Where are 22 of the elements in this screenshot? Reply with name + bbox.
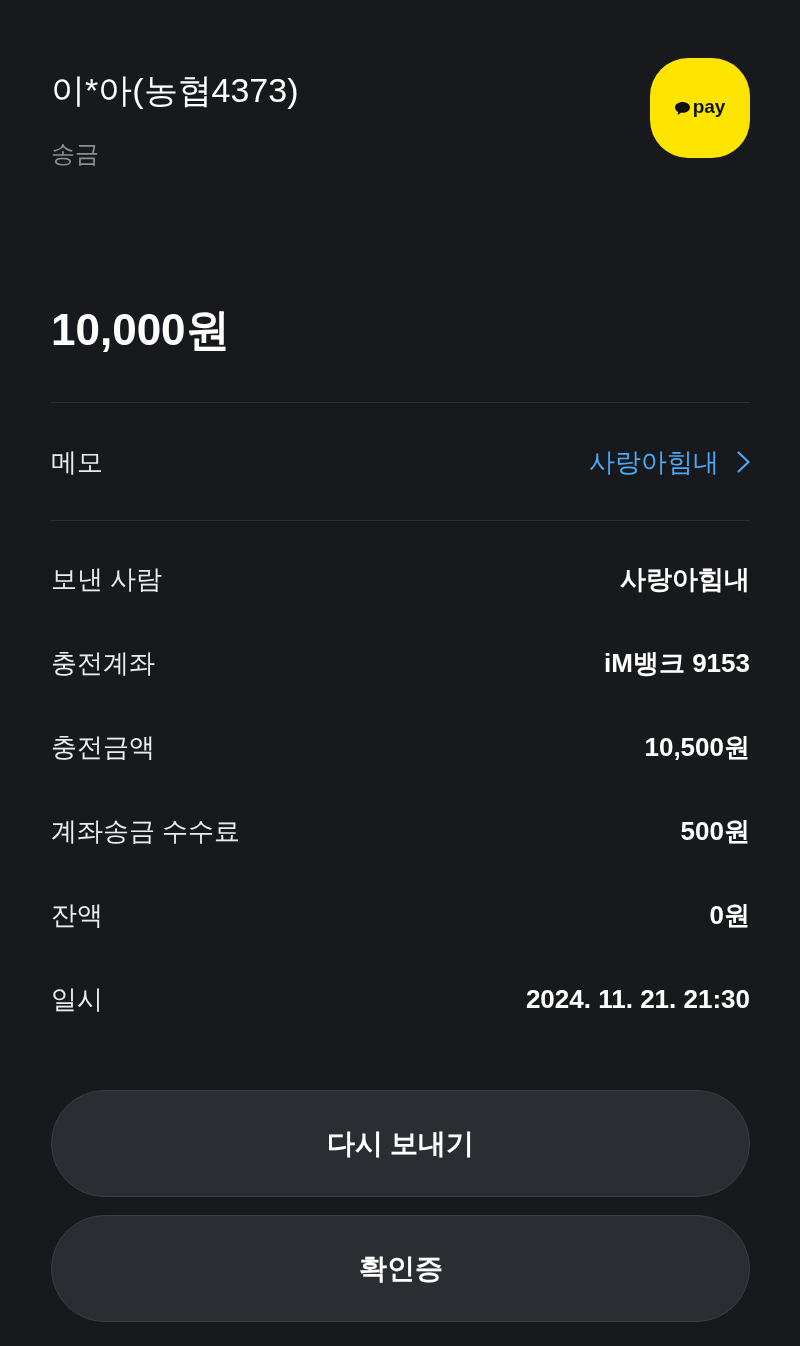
action-button[interactable]: 다시 보내기 [51, 1090, 750, 1197]
logo-text: pay [692, 95, 726, 119]
transaction-type: 송금 [51, 139, 99, 169]
detail-label: 잔액 [51, 899, 103, 932]
chevron-right-icon [737, 450, 750, 473]
detail-label: 보낸 사람 [51, 563, 163, 596]
speech-bubble-icon [674, 101, 690, 115]
detail-value: 10,500원 [644, 731, 750, 764]
amount: 10,000원 [51, 304, 231, 356]
detail-value: iM뱅크 9153 [604, 647, 750, 680]
detail-value: 2024. 11. 21. 21:30 [525, 983, 750, 1016]
action-button[interactable]: 확인증 [51, 1215, 750, 1322]
detail-value: 사랑아힘내 [620, 563, 750, 596]
memo-label: 메모 [51, 445, 103, 479]
detail-value: 500원 [680, 815, 750, 848]
detail-label: 충전계좌 [51, 647, 155, 680]
detail-value: 0원 [709, 899, 750, 932]
detail-label: 계좌송금 수수료 [51, 815, 241, 848]
recipient-title: 이*아(농협4373) [51, 70, 299, 110]
memo-link[interactable]: 사랑아힘내 [589, 444, 750, 479]
detail-label: 일시 [51, 983, 103, 1016]
detail-label: 충전금액 [51, 731, 155, 764]
